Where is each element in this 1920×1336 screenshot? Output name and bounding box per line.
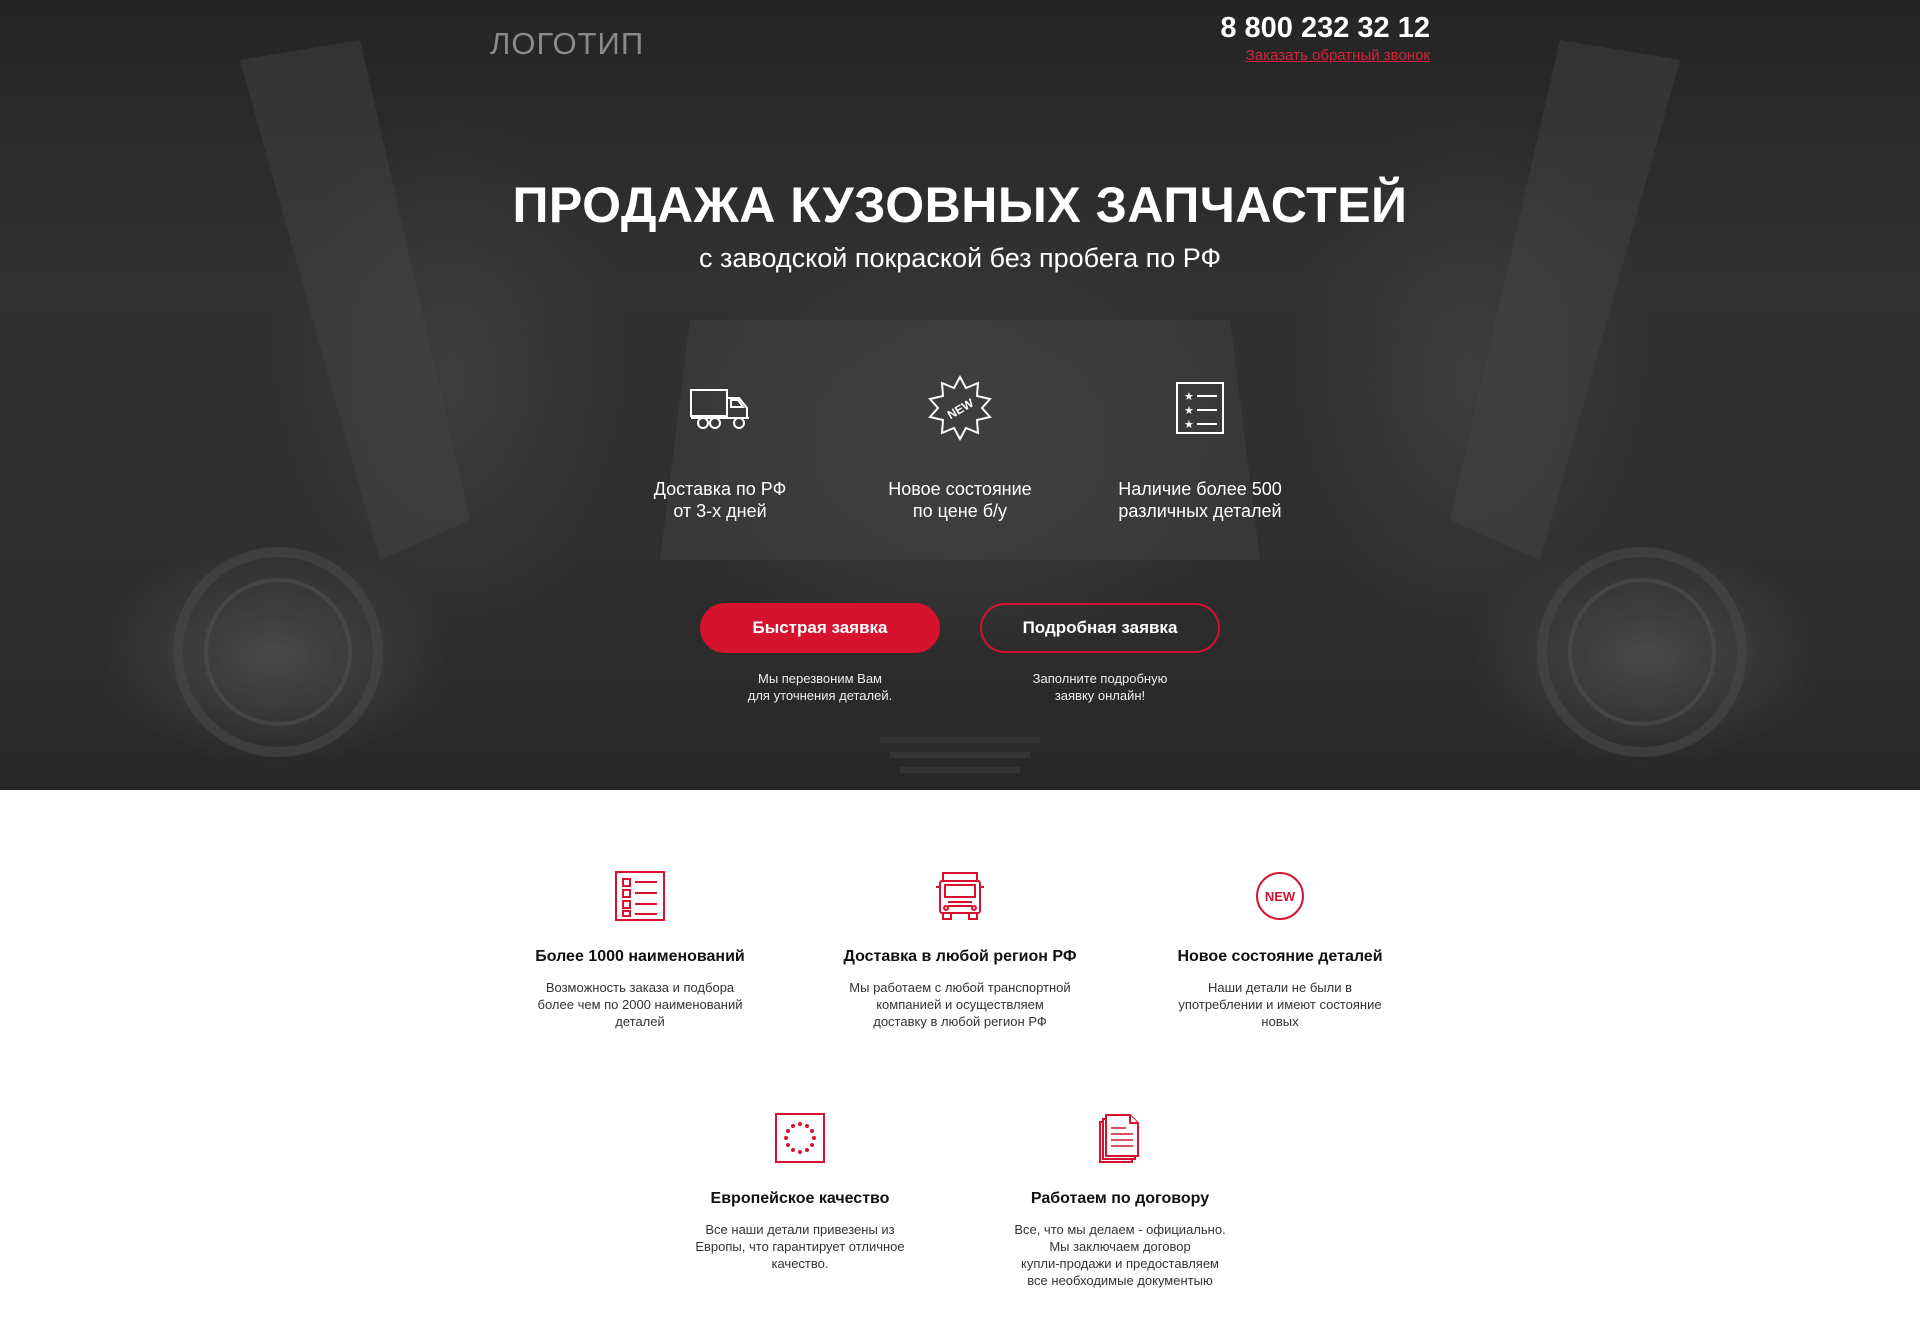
phone-number[interactable]: 8 800 232 32 12 (1220, 12, 1430, 45)
benefit-text: Возможность заказа и подбора более чем по… (537, 980, 743, 1029)
quick-note-line1: Мы перезвоним Вам (757, 671, 882, 686)
hero-feature-stock: ★ ★ ★ Наличие более 500 различных деталей (1080, 372, 1320, 522)
new-circle-text: NEW (1265, 889, 1296, 904)
site-logo[interactable]: ЛОГОТИП (490, 26, 644, 62)
benefit-card-assortment: Более 1000 наименований Возможность зака… (510, 868, 770, 1030)
new-badge-icon: NEW (840, 372, 1080, 444)
catalog-list-icon (510, 868, 770, 924)
benefit-text: Наши детали не были в употреблении и имею… (1178, 980, 1382, 1029)
detailed-note-line2: заявку онлайн! (1054, 688, 1146, 703)
delivery-truck-icon (600, 372, 840, 444)
benefit-text: Мы работаем с любой транспортной компание… (849, 980, 1071, 1029)
new-badge-text: NEW (945, 395, 977, 421)
feature-stock-line2: различных деталей (1118, 501, 1282, 521)
feature-new-line1: Новое состояние (888, 479, 1032, 499)
feature-stock-line1: Наличие более 500 (1118, 479, 1282, 499)
star-list-icon: ★ ★ ★ (1080, 372, 1320, 444)
hero-feature-delivery: Доставка по РФ от 3-х дней (600, 372, 840, 522)
new-circle-icon: NEW (1150, 868, 1410, 924)
benefit-card-new: NEW Новое состояние деталей Наши детали … (1150, 868, 1410, 1030)
benefit-title: Работаем по договору (1030, 1190, 1210, 1207)
svg-text:★: ★ (1184, 404, 1194, 417)
benefit-text: Все, что мы делаем - официально. Мы заклю… (1014, 1222, 1226, 1288)
hero-title: ПРОДАЖА КУЗОВНЫХ ЗАПЧАСТЕЙ (512, 177, 1408, 233)
hero-section: ЛОГОТИП 8 800 232 32 12 Заказать обратны… (0, 0, 1920, 790)
svg-text:★: ★ (1184, 390, 1194, 403)
hero-feature-new: NEW Новое состояние по цене б/у (840, 372, 1080, 522)
benefit-title: Более 1000 наименований (535, 948, 745, 965)
callback-link[interactable]: Заказать обратный звонок (1220, 47, 1430, 64)
svg-text:★: ★ (1184, 418, 1194, 431)
detailed-request-button[interactable]: Подробная заявка (980, 603, 1220, 653)
benefit-card-contract: Работаем по договору Все, что мы делаем … (990, 1110, 1250, 1289)
benefit-card-quality: Европейское качество Все наши детали при… (670, 1110, 930, 1272)
quick-request-note: Мы перезвоним Вам для уточнения деталей. (700, 670, 940, 704)
hero-subtitle: с заводской покраской без пробега по РФ (699, 243, 1221, 273)
contract-documents-icon (990, 1110, 1250, 1166)
quick-note-line2: для уточнения деталей. (747, 688, 893, 703)
feature-delivery-line1: Доставка по РФ (653, 479, 787, 499)
feature-delivery-line2: от 3-х дней (673, 501, 767, 521)
benefit-title: Новое состояние деталей (1177, 948, 1383, 965)
feature-new-line2: по цене б/у (912, 501, 1008, 521)
quick-request-button[interactable]: Быстрая заявка (700, 603, 940, 653)
eu-stars-icon (670, 1110, 930, 1166)
detailed-note-line1: Заполните подробную (1032, 671, 1168, 686)
truck-front-icon (830, 868, 1090, 924)
benefit-title: Доставка в любой регион РФ (843, 948, 1077, 965)
benefit-title: Европейское качество (710, 1190, 890, 1207)
benefit-card-delivery: Доставка в любой регион РФ Мы работаем с… (830, 868, 1090, 1030)
benefit-text: Все наши детали привезены из Европы, что … (695, 1222, 905, 1271)
header-contact: 8 800 232 32 12 Заказать обратный звонок (1220, 12, 1430, 64)
detailed-request-note: Заполните подробную заявку онлайн! (980, 670, 1220, 704)
